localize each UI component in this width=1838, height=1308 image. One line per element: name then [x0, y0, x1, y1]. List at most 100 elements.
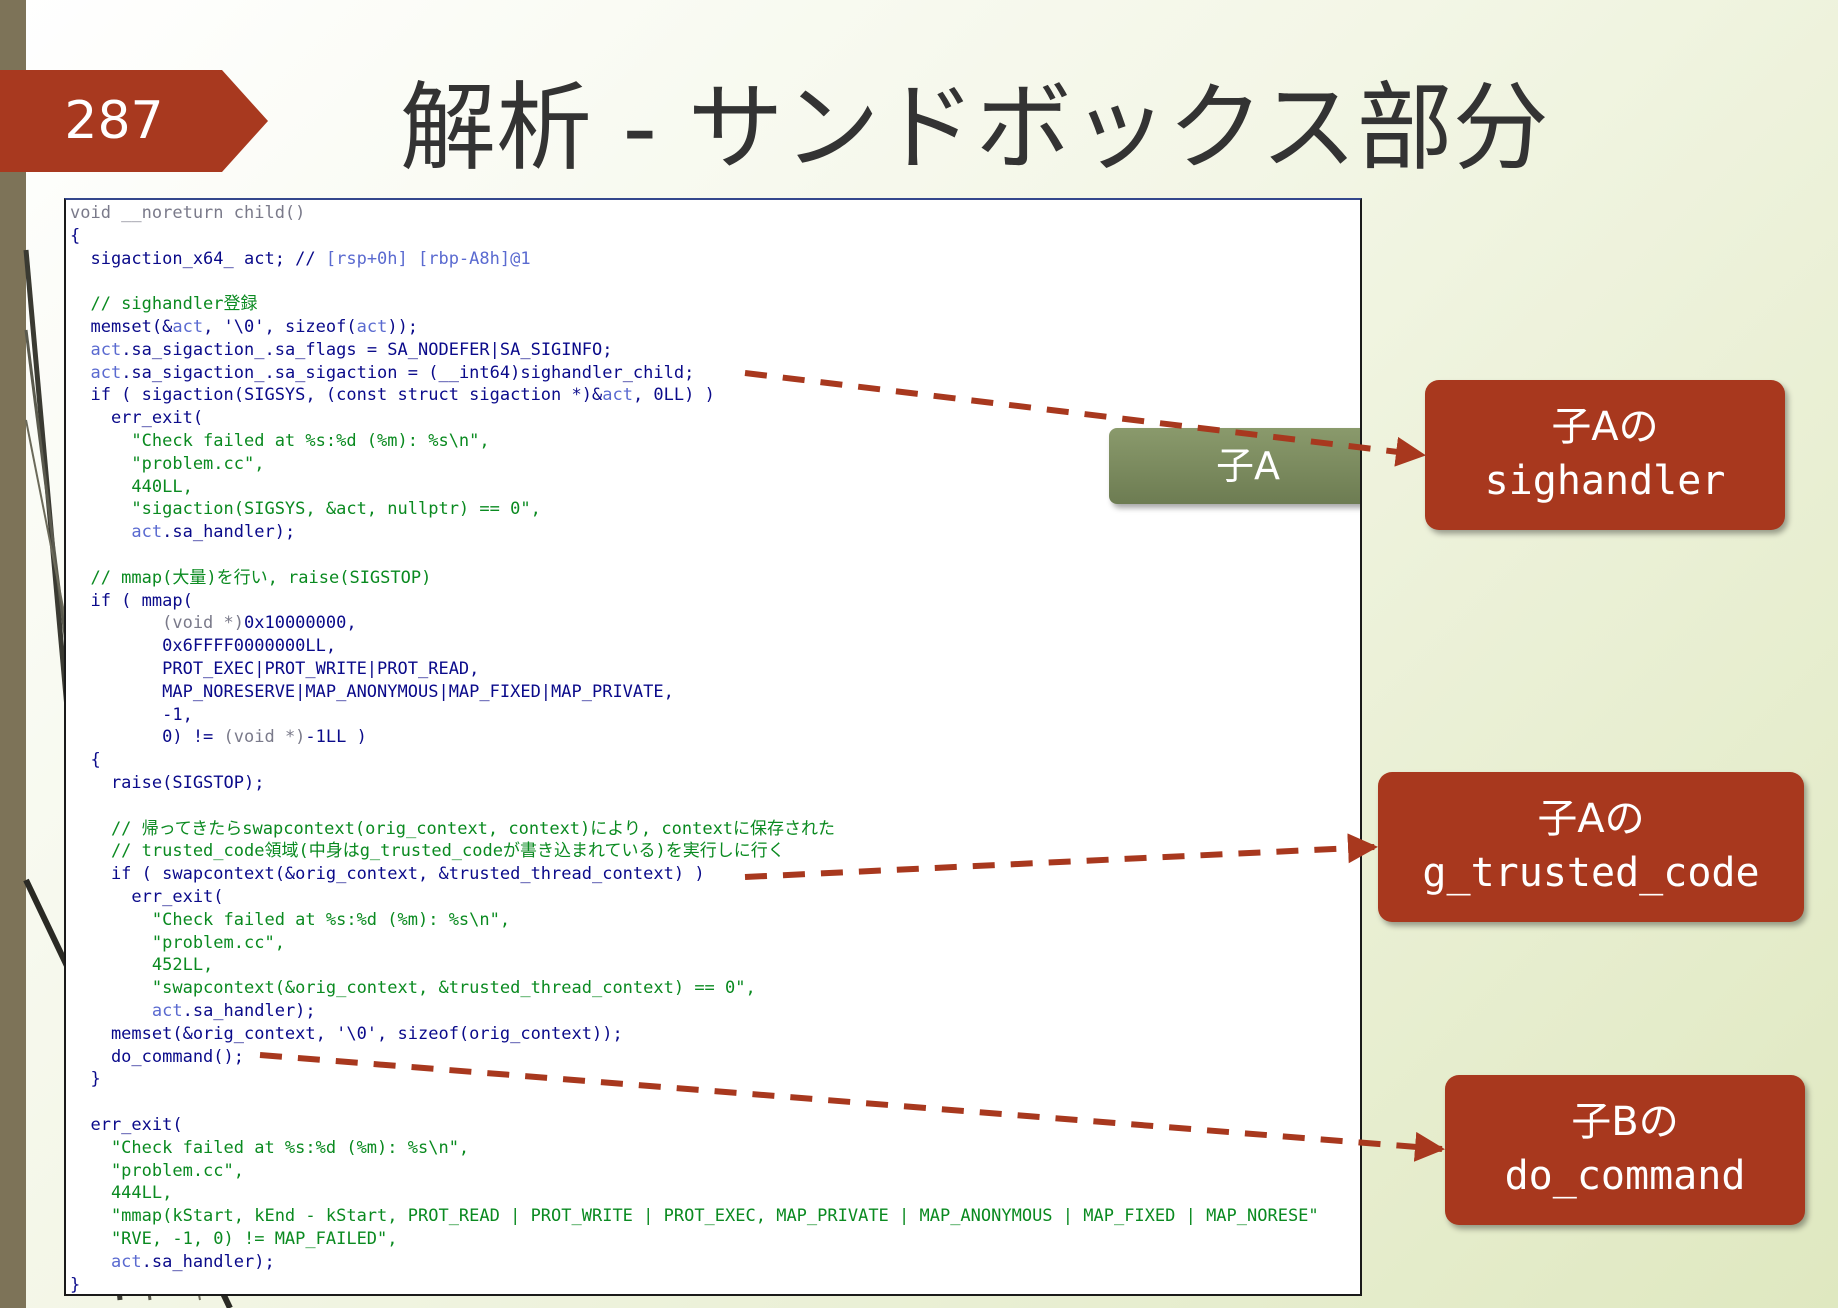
code-line: "sigaction(SIGSYS, &act, nullptr) == 0",: [70, 498, 541, 521]
code-line: memset(&orig_context, '\0', sizeof(orig_…: [70, 1023, 623, 1046]
code-line: act.sa_handler);: [70, 1000, 316, 1023]
code-token: "problem.cc",: [70, 453, 265, 474]
code-token: void __noreturn child(): [70, 203, 306, 223]
code-line: act.sa_handler);: [70, 521, 295, 544]
code-token: act: [172, 317, 204, 337]
code-line: // sighandler登録: [70, 293, 257, 316]
code-token: 440LL,: [70, 476, 193, 497]
code-line: "Check failed at %s:%d (%m): %s\n",: [70, 909, 510, 932]
code-token: do_command();: [70, 1046, 244, 1067]
code-token: "mmap(kStart, kEnd - kStart, PROT_READ |…: [70, 1206, 1319, 1227]
code-token: }: [70, 1069, 101, 1090]
code-line: if ( sigaction(SIGSYS, (const struct sig…: [70, 384, 715, 407]
code-line: act.sa_handler);: [70, 1251, 275, 1274]
page-number: 287: [64, 91, 164, 151]
code-line: raise(SIGSTOP);: [70, 772, 265, 795]
code-token: 444LL,: [70, 1183, 173, 1204]
code-line: "swapcontext(&orig_context, &trusted_thr…: [70, 977, 756, 1000]
code-line: memset(&act, '\0', sizeof(act));: [70, 316, 418, 339]
page-number-badge: 287: [0, 70, 268, 172]
code-token: act: [70, 362, 122, 383]
callout-do-command: 子Bの do_command: [1445, 1075, 1805, 1225]
code-token: .sa_handler);: [141, 1251, 275, 1272]
code-token: 0x6FFFF0000000LL,: [70, 636, 337, 657]
code-token: .sa_sigaction_.sa_flags = SA_NODEFER|SA_…: [121, 339, 613, 360]
code-line: // mmap(大量)を行い, raise(SIGSTOP): [70, 567, 431, 590]
code-token: "sigaction(SIGSYS, &act, nullptr) == 0",: [70, 499, 541, 520]
code-line: "Check failed at %s:%d (%m): %s\n",: [70, 430, 489, 453]
code-token: .sa_handler);: [182, 1001, 316, 1021]
code-token: act: [70, 522, 163, 543]
code-line: 452LL,: [70, 954, 213, 977]
child-a-tag: 子A: [1109, 428, 1360, 504]
code-token: -1,: [70, 704, 193, 725]
callout-sighandler: 子Aの sighandler: [1425, 380, 1785, 530]
code-line: 440LL,: [70, 476, 193, 499]
code-token: -1LL ): [305, 727, 367, 748]
code-token: 452LL,: [70, 955, 214, 976]
code-line: 0x6FFFF0000000LL,: [70, 635, 336, 658]
code-token: .sa_sigaction_.sa_sigaction = (__int64)s…: [121, 362, 695, 383]
code-token: MAP_NORESERVE|MAP_ANONYMOUS|MAP_FIXED|MA…: [70, 681, 674, 702]
code-line: MAP_NORESERVE|MAP_ANONYMOUS|MAP_FIXED|MA…: [70, 681, 674, 704]
code-token: act: [602, 385, 633, 406]
code-token: (void *): [70, 613, 244, 634]
code-token: if ( swapcontext(&orig_context, &trusted…: [70, 864, 705, 885]
code-token: act: [70, 1001, 183, 1021]
code-token: PROT_EXEC|PROT_WRITE|PROT_READ,: [70, 659, 480, 679]
code-line: do_command();: [70, 1046, 244, 1069]
code-line: 0) != (void *)-1LL ): [70, 726, 367, 749]
code-token: {: [70, 225, 81, 246]
code-line: if ( mmap(: [70, 590, 193, 613]
code-line: "problem.cc",: [70, 932, 285, 955]
code-line: // 帰ってきたらswapcontext(orig_context, conte…: [70, 818, 835, 841]
code-line: act.sa_sigaction_.sa_flags = SA_NODEFER|…: [70, 339, 612, 362]
code-token: memset(&: [70, 317, 173, 337]
code-token: // 帰ってきたらswapcontext(orig_context, conte…: [70, 818, 836, 839]
code-line: err_exit(: [70, 1114, 182, 1137]
code-token: , 0LL) ): [632, 385, 715, 406]
code-token: raise(SIGSTOP);: [70, 773, 265, 793]
code-token: }: [70, 1274, 81, 1295]
code-line: err_exit(: [70, 886, 224, 909]
code-token: err_exit(: [70, 408, 204, 429]
code-token: // trusted_code領域(中身はg_trusted_codeが書き込ま…: [70, 841, 785, 862]
code-token: "Check failed at %s:%d (%m): %s\n",: [70, 1137, 470, 1158]
code-token: memset(&orig_context, '\0', sizeof(orig_…: [70, 1023, 623, 1044]
slide-title: 解析 - サンドボックス部分: [400, 72, 1549, 184]
code-line: void __noreturn child(): [70, 202, 305, 225]
code-token: if ( mmap(: [70, 590, 193, 611]
code-token: if ( sigaction(SIGSYS, (const struct sig…: [70, 385, 603, 406]
code-token: sigaction_x64_ act; //: [70, 248, 326, 269]
callout-sighandler-line1: 子Aの: [1551, 404, 1659, 450]
callout-trusted-code-line2: g_trusted_code: [1422, 850, 1760, 896]
code-token: "Check failed at %s:%d (%m): %s\n",: [70, 909, 511, 930]
code-token: "swapcontext(&orig_context, &trusted_thr…: [70, 978, 756, 999]
code-token: // mmap(大量)を行い, raise(SIGSTOP): [70, 567, 432, 588]
code-token: act: [70, 1251, 142, 1272]
code-token: act: [356, 317, 388, 337]
callout-trusted-code: 子Aの g_trusted_code: [1378, 772, 1804, 922]
code-token: err_exit(: [70, 887, 224, 907]
code-line: "RVE, -1, 0) != MAP_FAILED",: [70, 1228, 398, 1251]
code-line: "Check failed at %s:%d (%m): %s\n",: [70, 1137, 469, 1160]
code-line: (void *)0x10000000,: [70, 612, 356, 635]
code-line: }: [70, 1274, 81, 1295]
code-token: , '\0', sizeof(: [203, 317, 357, 337]
code-line: act.sa_sigaction_.sa_sigaction = (__int6…: [70, 362, 694, 385]
code-token: {: [70, 750, 101, 771]
code-token: ));: [387, 317, 419, 337]
code-token: 0) !=: [70, 727, 224, 748]
code-token: [rsp+0h] [rbp-A8h]@1: [325, 248, 531, 269]
code-line: {: [70, 225, 80, 248]
code-panel: void __noreturn child(){ sigaction_x64_ …: [64, 198, 1362, 1296]
code-line: "problem.cc",: [70, 453, 264, 476]
callout-trusted-code-line1: 子Aの: [1537, 796, 1645, 842]
code-token: (void *): [223, 727, 306, 748]
code-token: "RVE, -1, 0) != MAP_FAILED",: [70, 1229, 398, 1249]
code-line: err_exit(: [70, 407, 203, 430]
code-token: "problem.cc",: [70, 932, 285, 953]
callout-do-command-line2: do_command: [1504, 1153, 1746, 1199]
code-line: }: [70, 1068, 101, 1091]
code-line: if ( swapcontext(&orig_context, &trusted…: [70, 863, 705, 886]
